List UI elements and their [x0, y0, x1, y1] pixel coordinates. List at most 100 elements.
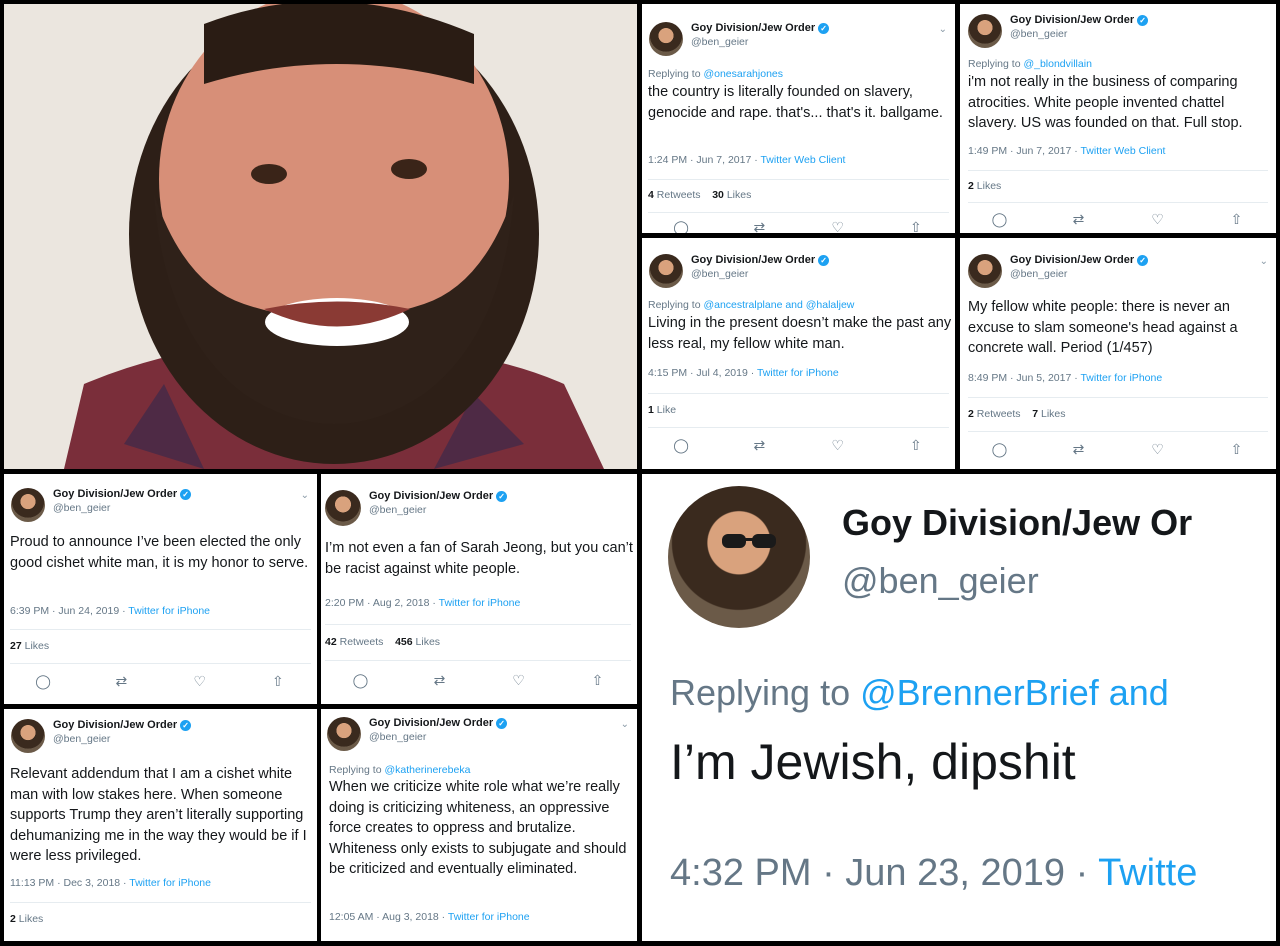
- share-icon[interactable]: ⇧: [1225, 441, 1249, 458]
- handle[interactable]: @ben_geier: [369, 504, 507, 517]
- reply-icon[interactable]: ◯: [988, 211, 1012, 228]
- retweet-icon[interactable]: ⇄: [428, 672, 452, 689]
- tweet-text: I’m not even a fan of Sarah Jeong, but y…: [325, 540, 633, 577]
- verified-badge-icon: ✓: [180, 489, 192, 501]
- source-link[interactable]: Twitter for iPhone: [1080, 372, 1162, 384]
- share-icon[interactable]: ⇧: [586, 672, 610, 689]
- chevron-down-icon[interactable]: ⌄: [301, 490, 309, 501]
- handle[interactable]: @ben_geier: [691, 268, 829, 281]
- handle[interactable]: @ben_geier: [1010, 28, 1148, 41]
- handle[interactable]: @ben_geier: [842, 560, 1039, 602]
- tweet-card-3[interactable]: Goy Division/Jew Order ✓ @ben_geier Reply…: [642, 238, 955, 469]
- avatar[interactable]: [327, 717, 361, 751]
- handle[interactable]: @ben_geier: [369, 731, 507, 744]
- mention-link[interactable]: @onesarahjones: [703, 68, 783, 80]
- mention-link[interactable]: @BrennerBrief and: [860, 672, 1169, 713]
- reply-icon[interactable]: ◯: [669, 437, 693, 454]
- handle[interactable]: @ben_geier: [53, 733, 191, 746]
- divider: [325, 660, 631, 661]
- retweet-icon[interactable]: ⇄: [1067, 441, 1091, 458]
- tweet-card-2[interactable]: Goy Division/Jew Order ✓ @ben_geier Reply…: [960, 4, 1276, 233]
- source-link[interactable]: Twitter for iPhone: [128, 605, 210, 617]
- engagement-stats: 2 Retweets 7 Likes: [968, 408, 1066, 420]
- share-icon[interactable]: ⇧: [266, 673, 290, 690]
- retweet-icon[interactable]: ⇄: [747, 437, 771, 454]
- person-portrait-image: [4, 4, 637, 469]
- reply-icon[interactable]: ◯: [31, 673, 55, 690]
- source-link[interactable]: Twitter Web Client: [1080, 145, 1165, 157]
- reply-icon[interactable]: ◯: [988, 441, 1012, 458]
- source-link[interactable]: Twitter for iPhone: [439, 597, 521, 609]
- tweet-card-6[interactable]: Goy Division/Jew Order ✓ @ben_geier I’m n…: [321, 474, 637, 704]
- avatar[interactable]: [325, 490, 361, 526]
- verified-badge-icon: ✓: [496, 491, 508, 503]
- heart-icon[interactable]: ♡: [1146, 211, 1170, 228]
- source-link[interactable]: Twitter for iPhone: [129, 877, 211, 889]
- divider: [325, 624, 631, 625]
- tweet-text: Relevant addendum that I am a cishet whi…: [10, 766, 307, 865]
- tweet-card-1[interactable]: Goy Division/Jew Order ✓ @ben_geier ⌄ Rep…: [642, 4, 955, 233]
- engagement-stats: 2 Likes: [10, 913, 44, 925]
- avatar[interactable]: [649, 254, 683, 288]
- source-link[interactable]: Twitter Web Client: [760, 154, 845, 166]
- tweet-text: My fellow white people: there is never a…: [968, 299, 1238, 357]
- heart-icon[interactable]: ♡: [826, 437, 850, 454]
- display-name[interactable]: Goy Division/Jew Or: [842, 502, 1192, 544]
- display-name[interactable]: Goy Division/Jew Order: [691, 254, 815, 268]
- retweet-icon[interactable]: ⇄: [1067, 211, 1091, 228]
- tweet-card-4[interactable]: Goy Division/Jew Order ✓ @ben_geier ⌄ My …: [960, 238, 1276, 469]
- display-name[interactable]: Goy Division/Jew Order: [369, 717, 493, 731]
- divider: [648, 393, 949, 394]
- mention-link[interactable]: @_blondvillain: [1023, 58, 1091, 70]
- avatar[interactable]: [668, 486, 810, 628]
- share-icon[interactable]: ⇧: [904, 219, 928, 233]
- heart-icon[interactable]: ♡: [188, 673, 212, 690]
- tweet-timestamp: 2:20 PM · Aug 2, 2018 · Twitter for iPho…: [325, 597, 521, 609]
- mention-link[interactable]: @katherinerebeka: [384, 764, 470, 776]
- display-name[interactable]: Goy Division/Jew Order: [1010, 254, 1134, 268]
- divider: [10, 902, 311, 903]
- verified-badge-icon: ✓: [818, 23, 830, 35]
- display-name[interactable]: Goy Division/Jew Order: [369, 490, 493, 504]
- display-name[interactable]: Goy Division/Jew Order: [1010, 14, 1134, 28]
- handle[interactable]: @ben_geier: [1010, 268, 1148, 281]
- avatar[interactable]: [968, 14, 1002, 48]
- tweet-card-5[interactable]: Goy Division/Jew Order ✓ @ben_geier ⌄ Pro…: [4, 474, 317, 704]
- heart-icon[interactable]: ♡: [826, 219, 850, 233]
- chevron-down-icon[interactable]: ⌄: [621, 719, 629, 730]
- display-name[interactable]: Goy Division/Jew Order: [53, 488, 177, 502]
- share-icon[interactable]: ⇧: [904, 437, 928, 454]
- tweet-card-7[interactable]: Goy Division/Jew Order ✓ @ben_geier Relev…: [4, 709, 317, 941]
- avatar[interactable]: [649, 22, 683, 56]
- tweet-card-zoomed[interactable]: Goy Division/Jew Or @ben_geier Replying …: [642, 474, 1276, 941]
- tweet-card-8[interactable]: Goy Division/Jew Order ✓ @ben_geier ⌄ Rep…: [321, 709, 637, 941]
- tweet-timestamp: 4:15 PM · Jul 4, 2019 · Twitter for iPho…: [648, 367, 839, 379]
- divider: [968, 170, 1268, 171]
- reply-icon[interactable]: ◯: [669, 219, 693, 233]
- avatar[interactable]: [968, 254, 1002, 288]
- source-link[interactable]: Twitter for iPhone: [757, 367, 839, 379]
- mention-link[interactable]: @ancestralplane and @halaljew: [703, 299, 854, 311]
- replying-to: Replying to @onesarahjones: [648, 68, 783, 80]
- tweet-text: I’m Jewish, dipshit: [670, 734, 1076, 790]
- source-link[interactable]: Twitter for iPhone: [448, 911, 530, 923]
- replying-to: Replying to @katherinerebeka: [329, 764, 471, 776]
- display-name[interactable]: Goy Division/Jew Order: [691, 22, 815, 36]
- verified-badge-icon: ✓: [1137, 255, 1149, 267]
- display-name[interactable]: Goy Division/Jew Order: [53, 719, 177, 733]
- retweet-icon[interactable]: ⇄: [109, 673, 133, 690]
- share-icon[interactable]: ⇧: [1225, 211, 1249, 228]
- handle[interactable]: @ben_geier: [691, 36, 829, 49]
- chevron-down-icon[interactable]: ⌄: [1260, 256, 1268, 267]
- source-link[interactable]: Twitte: [1098, 852, 1197, 894]
- avatar[interactable]: [11, 719, 45, 753]
- avatar[interactable]: [11, 488, 45, 522]
- action-bar: ◯ ⇄ ♡ ⇧: [321, 672, 637, 689]
- heart-icon[interactable]: ♡: [507, 672, 531, 689]
- chevron-down-icon[interactable]: ⌄: [939, 24, 947, 35]
- handle[interactable]: @ben_geier: [53, 502, 191, 515]
- tweet-timestamp: 8:49 PM · Jun 5, 2017 · Twitter for iPho…: [968, 372, 1163, 384]
- reply-icon[interactable]: ◯: [349, 672, 373, 689]
- retweet-icon[interactable]: ⇄: [747, 219, 771, 233]
- heart-icon[interactable]: ♡: [1146, 441, 1170, 458]
